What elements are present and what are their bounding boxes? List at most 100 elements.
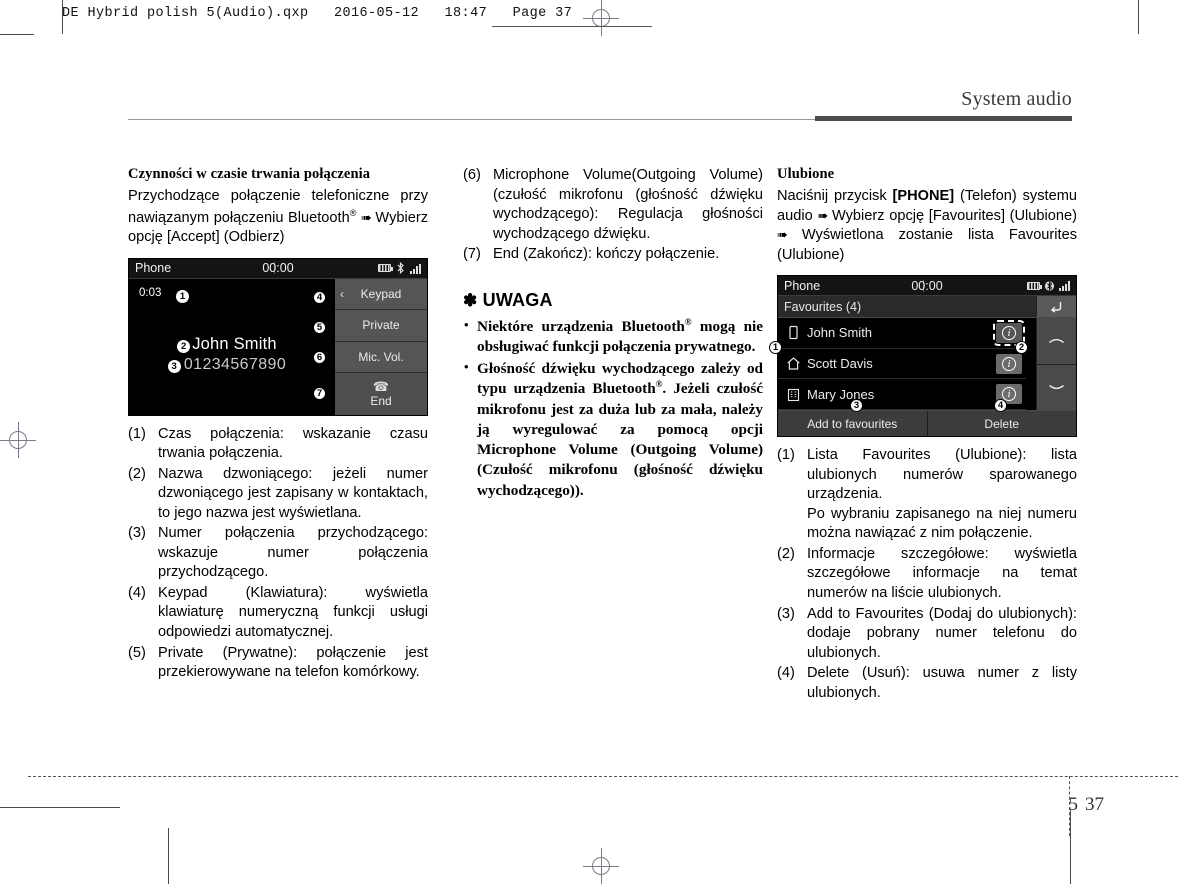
chapter-number: 5 (1068, 794, 1079, 815)
mic-volume-button[interactable]: Mic. Vol. (335, 341, 427, 374)
call-status-bar: Phone 00:00 (129, 258, 427, 279)
callout-number-7: 7 (313, 386, 326, 400)
battery-icon (1027, 281, 1042, 290)
favourites-title-bar: Favourites (4) 1/2 (778, 296, 1076, 319)
note-title-text: UWAGA (482, 289, 553, 310)
note-text-pre: Niektóre urządzenia Bluetooth (477, 317, 685, 335)
call-body: 0:03 1 2 John Smith 3 01234567890 ‹ Keypad… (129, 278, 427, 415)
list-marker: (3) (128, 525, 146, 542)
private-button[interactable]: Private (335, 310, 427, 342)
delete-button[interactable]: Delete (927, 411, 1076, 437)
registration-mark-bottom (583, 848, 619, 884)
caller-number: 3 01234567890 (129, 356, 325, 374)
info-button[interactable]: i (996, 353, 1022, 374)
callout-number: 2 (1015, 341, 1028, 355)
list-item: (5) Private (Prywatne): połączenie jest … (128, 644, 428, 683)
intro-text-a: Naciśnij przycisk (777, 188, 887, 204)
favourites-row-1[interactable]: John Smith i (778, 318, 1026, 349)
registration-mark-left (0, 422, 36, 458)
status-icons (1027, 280, 1070, 292)
section-heading-favourites: Ulubione (777, 166, 835, 182)
favourites-rows: John Smith i Scott Davis i Mary Jones i … (769, 318, 1076, 411)
callout-2: 2 (1015, 337, 1028, 355)
callout-1: 1 (769, 337, 782, 355)
chevron-left-icon: ‹ (340, 286, 344, 301)
caller-info: 2 John Smith 3 01234567890 (129, 335, 325, 374)
add-label: Add to favourites (807, 416, 898, 431)
keypad-button[interactable]: ‹ Keypad (335, 278, 427, 311)
office-icon (786, 387, 801, 402)
list-item: (2) Informacje szczegółowe: wyświetla sz… (777, 545, 1077, 604)
call-legend-list: (1) Czas połączenia: wskazanie czasu trw… (128, 425, 428, 683)
call-duration: 0:03 (139, 286, 162, 299)
list-marker: (2) (128, 465, 146, 482)
column-left: Czynności w czasie trwania połączenia Pr… (128, 166, 428, 684)
home-icon (786, 356, 801, 371)
registered-mark: ® (684, 316, 692, 327)
list-text: Private (Prywatne): połączenie jest prze… (158, 644, 428, 681)
list-text: Keypad (Klawiatura): wyświetla klawiatur… (158, 584, 428, 640)
private-label: Private (362, 318, 400, 333)
running-head: System audio (961, 88, 1072, 110)
add-to-favourites-button[interactable]: Add to favourites (778, 411, 928, 437)
call-screen-mock: Phone 00:00 0:03 1 2 John Smith 3 012345… (128, 257, 428, 416)
callout-number-3: 3 (167, 359, 181, 373)
callout-number-2: 2 (177, 339, 191, 353)
contact-name: Mary Jones (807, 386, 875, 402)
list-item: (6) Microphone Volume(Outgoing Volume) (… (463, 166, 763, 244)
callout-3: 3 (850, 395, 863, 413)
status-clock: 00:00 (911, 278, 943, 293)
bluetooth-icon (395, 261, 406, 275)
callout-4: 4 (994, 395, 1007, 413)
registered-mark: ® (349, 207, 357, 218)
registration-mark-top (583, 0, 619, 36)
list-text: Czas połączenia: wskazanie czasu trwania… (158, 425, 428, 462)
scroll-down-button[interactable] (1037, 364, 1076, 411)
list-item: (1) Lista Favourites (Ulubione): lista u… (777, 446, 1077, 544)
list-text: Lista Favourites (Ulubione): lista ulubi… (807, 447, 1077, 503)
intro-text-1: Przychodzące połączenie telefoniczne (128, 188, 390, 204)
call-legend-list-continued: (6) Microphone Volume(Outgoing Volume) (… (463, 166, 763, 265)
scroll-up-button[interactable] (1037, 318, 1076, 365)
favourites-row-2[interactable]: Scott Davis i (778, 349, 1026, 380)
intro-paragraph-favourites: Naciśnij przycisk [PHONE] (Telefon) syst… (777, 187, 1077, 265)
signal-icon (410, 263, 421, 274)
bluetooth-glyph (397, 261, 404, 275)
favourites-row-3[interactable]: Mary Jones i (778, 379, 1026, 410)
bluetooth-glyph (1044, 280, 1055, 291)
list-item: (4) Delete (Usuń): usuwa numer z listy u… (777, 664, 1077, 703)
crop-mark-left-top (0, 34, 34, 35)
caller-number-text: 01234567890 (183, 355, 287, 373)
contact-name: John Smith (807, 325, 873, 341)
list-marker: (5) (128, 644, 146, 661)
intro-paragraph-call: Przychodzące połączenie telefoniczne prz… (128, 187, 428, 248)
arrow-icon: ➠ (360, 209, 372, 225)
office-glyph (787, 388, 800, 401)
list-marker: (2) (777, 545, 795, 562)
crop-mark-bottom-left (168, 828, 169, 884)
list-text: Delete (Usuń): usuwa numer z listy ulubi… (807, 665, 1077, 701)
note-text-post: . Jeżeli czułość mikrofonu jest za duża … (477, 380, 764, 499)
note-item: Niektóre urządzenia Bluetooth® mogą nie … (463, 316, 763, 358)
back-button[interactable] (1036, 296, 1076, 318)
arrow-icon: ➠ (817, 207, 828, 223)
intro-text-c: Wybierz opcję [Favourites] (Ulubione) (831, 207, 1077, 224)
list-marker: (1) (777, 447, 795, 464)
mic-vol-label: Mic. Vol. (358, 349, 404, 364)
callout-5: 5 (313, 317, 326, 335)
note-item: Głośność dźwięku wychodzącego zależy od … (463, 358, 764, 501)
caller-name: 2 John Smith (129, 335, 325, 354)
bluetooth-icon (1044, 280, 1055, 292)
info-icon: i (1002, 325, 1016, 340)
callout-number-6: 6 (313, 350, 326, 364)
list-marker: (7) (463, 246, 481, 263)
signal-icon (1059, 280, 1070, 292)
asterisk-icon: ✽ (463, 290, 478, 310)
list-text: Informacje szczegółowe: wyświetla szczeg… (807, 545, 1077, 602)
handset-down-icon: ☎ (372, 378, 390, 394)
header-rule-thick (815, 116, 1072, 121)
note-list: Niektóre urządzenia Bluetooth® mogą nie … (463, 316, 764, 501)
end-call-button[interactable]: ☎ End (335, 373, 427, 415)
list-text: Add to Favourites (Dodaj do ulubionych):… (807, 605, 1077, 661)
end-label: End (370, 393, 392, 408)
